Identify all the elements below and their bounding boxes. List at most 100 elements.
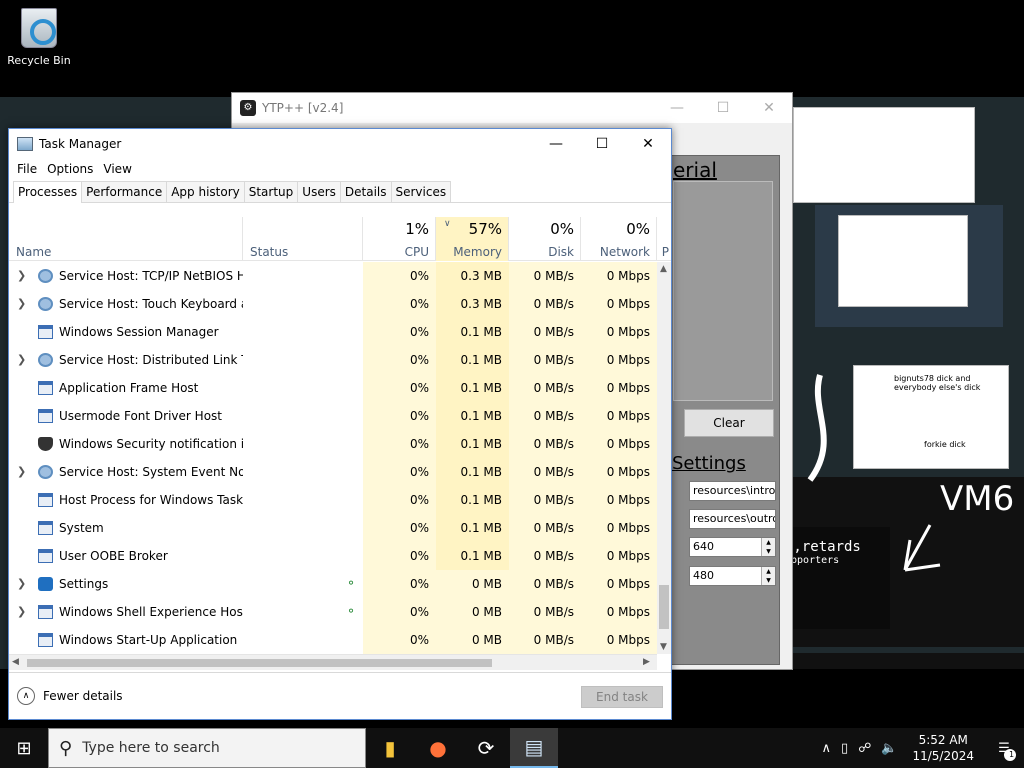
expand-chevron-icon[interactable]: ❯ xyxy=(17,570,26,598)
process-row[interactable]: ❯ Service Host: Touch Keyboard a... 0% 0.3 … xyxy=(9,290,657,318)
process-name: User OOBE Broker xyxy=(59,549,168,563)
process-disk: 0 MB/s xyxy=(509,514,581,542)
tab-app-history[interactable]: App history xyxy=(166,181,245,202)
clock-date: 11/5/2024 xyxy=(912,749,974,763)
column-power[interactable]: P xyxy=(657,217,671,261)
ytp-width-spinner[interactable]: 640 ▲ ▼ xyxy=(689,537,776,557)
spinner-arrows-icon[interactable]: ▲ ▼ xyxy=(761,567,775,585)
memory-total: 57% xyxy=(468,220,502,238)
ytp-close-button[interactable]: ✕ xyxy=(746,100,792,116)
horizontal-scroll-thumb[interactable] xyxy=(27,659,492,667)
horizontal-scrollbar[interactable]: ◀ ▶ xyxy=(9,654,657,670)
column-disk[interactable]: 0% Disk xyxy=(509,217,581,261)
ytp-titlebar[interactable]: ⚙ YTP++ [v2.4] — ☐ ✕ xyxy=(232,93,792,123)
ytp-height-spinner[interactable]: 480 ▲ ▼ xyxy=(689,566,776,586)
process-cpu: 0% xyxy=(363,486,436,514)
process-row[interactable]: Windows Security notification i... 0% 0.1 … xyxy=(9,430,657,458)
expand-chevron-icon[interactable]: ❯ xyxy=(17,598,26,626)
process-name: Windows Security notification i... xyxy=(59,437,243,451)
process-row[interactable]: ❯ Settings ⚬ 0% 0 MB 0 MB/s 0 Mbps xyxy=(9,570,657,598)
expand-chevron-icon[interactable]: ❯ xyxy=(17,262,26,290)
scroll-down-icon[interactable]: ▼ xyxy=(660,642,667,652)
menu-view[interactable]: View xyxy=(101,162,139,176)
process-row[interactable]: Application Frame Host 0% 0.1 MB 0 MB/s 0 Mb… xyxy=(9,374,657,402)
process-row[interactable]: System 0% 0.1 MB 0 MB/s 0 Mbps xyxy=(9,514,657,542)
process-row[interactable]: ❯ Windows Shell Experience Host ⚬ 0% 0 MB 0 M… xyxy=(9,598,657,626)
ytp-maximize-button[interactable]: ☐ xyxy=(700,100,746,116)
volume-icon[interactable]: 🔈 xyxy=(876,741,902,756)
taskbar-search[interactable]: ⚲ Type here to search xyxy=(48,728,366,768)
process-row[interactable]: ❯ Service Host: TCP/IP NetBIOS H... 0% 0.3 … xyxy=(9,262,657,290)
tm-titlebar[interactable]: Task Manager — ☐ ✕ xyxy=(9,129,671,159)
window-icon xyxy=(38,549,53,563)
tm-close-button[interactable]: ✕ xyxy=(625,129,671,159)
ytp-outro-field[interactable]: resources\outro. xyxy=(689,509,776,529)
tray-tablet-icon[interactable]: ▯ xyxy=(836,741,853,756)
ytp-taskbar-button[interactable]: ⟳ xyxy=(462,728,510,768)
fewer-details-button[interactable]: ∧ Fewer details xyxy=(17,687,123,705)
process-row[interactable]: ❯ Service Host: System Event Noti... 0%0.1… xyxy=(9,458,657,486)
expand-chevron-icon[interactable]: ❯ xyxy=(17,290,26,318)
process-network: 0 Mbps xyxy=(581,402,657,430)
process-memory: 0 MB xyxy=(436,570,509,598)
process-memory: 0.1 MB xyxy=(436,346,509,374)
tm-minimize-button[interactable]: — xyxy=(533,129,579,159)
column-cpu[interactable]: 1% CPU xyxy=(363,217,436,261)
notifications-button[interactable]: ☰ 1 xyxy=(984,728,1024,768)
expand-chevron-icon[interactable]: ❯ xyxy=(17,458,26,486)
window-icon xyxy=(38,381,53,395)
process-row[interactable]: ❯ Service Host: Distributed Link Tr... 0% 0… xyxy=(9,346,657,374)
process-row[interactable]: Windows Start-Up Application 0% 0 MB 0 MB/s… xyxy=(9,626,657,654)
firefox-icon: ● xyxy=(429,736,447,760)
tab-services[interactable]: Services xyxy=(390,181,452,202)
column-status[interactable]: Status xyxy=(243,217,363,261)
ytp-minimize-button[interactable]: — xyxy=(654,100,700,116)
firefox-button[interactable]: ● xyxy=(414,728,462,768)
tm-maximize-button[interactable]: ☐ xyxy=(579,129,625,159)
tab-processes[interactable]: Processes xyxy=(13,181,83,203)
expand-chevron-icon[interactable]: ❯ xyxy=(17,346,26,374)
tab-details[interactable]: Details xyxy=(339,181,392,202)
column-network[interactable]: 0% Network xyxy=(581,217,657,261)
tray-chevron-up-icon[interactable]: ∧ xyxy=(816,741,836,756)
column-name[interactable]: Name xyxy=(9,217,243,261)
scroll-right-icon[interactable]: ▶ xyxy=(643,657,650,667)
process-network: 0 Mbps xyxy=(581,318,657,346)
process-cpu: 0% xyxy=(363,262,436,290)
vertical-scroll-thumb[interactable] xyxy=(659,585,669,629)
suspended-leaf-icon: ⚬ xyxy=(346,604,357,618)
menu-options[interactable]: Options xyxy=(45,162,101,176)
window-icon xyxy=(38,633,53,647)
tab-users[interactable]: Users xyxy=(297,181,341,202)
scroll-left-icon[interactable]: ◀ xyxy=(12,657,19,667)
vertical-scrollbar[interactable]: ▲ ▼ xyxy=(657,262,671,654)
process-row[interactable]: User OOBE Broker 0% 0.1 MB 0 MB/s 0 Mbps xyxy=(9,542,657,570)
process-row[interactable]: Host Process for Windows Tasks 0% 0.1 MB 0 … xyxy=(9,486,657,514)
clock[interactable]: 5:52 AM 11/5/2024 xyxy=(902,732,984,764)
start-button[interactable]: ⊞ xyxy=(0,728,48,768)
tab-startup[interactable]: Startup xyxy=(243,181,299,202)
ytp-clear-button[interactable]: Clear xyxy=(684,409,774,437)
ytp-settings-heading: Settings xyxy=(672,453,746,474)
network-icon[interactable]: ☍ xyxy=(853,741,876,756)
process-disk: 0 MB/s xyxy=(509,430,581,458)
task-manager-taskbar-button[interactable]: ▤ xyxy=(510,728,558,768)
tab-performance[interactable]: Performance xyxy=(81,181,168,202)
file-explorer-button[interactable]: ▮ xyxy=(366,728,414,768)
spinner-arrows-icon[interactable]: ▲ ▼ xyxy=(761,538,775,556)
ytp-intro-field[interactable]: resources\intro.r xyxy=(689,481,776,501)
task-manager-icon xyxy=(17,137,33,151)
scroll-up-icon[interactable]: ▲ xyxy=(660,264,667,274)
process-name: Service Host: Touch Keyboard a... xyxy=(59,297,243,311)
column-memory[interactable]: ∨ 57% Memory xyxy=(436,217,509,261)
process-row[interactable]: Windows Session Manager 0% 0.1 MB 0 MB/s 0 M… xyxy=(9,318,657,346)
process-cpu: 0% xyxy=(363,346,436,374)
process-name: Windows Session Manager xyxy=(59,325,219,339)
process-network: 0 Mbps xyxy=(581,374,657,402)
system-tray: ∧ ▯ ☍ 🔈 5:52 AM 11/5/2024 ☰ 1 xyxy=(816,728,1024,768)
end-task-button[interactable]: End task xyxy=(581,686,663,708)
process-row[interactable]: Usermode Font Driver Host 0% 0.1 MB 0 MB/s 0… xyxy=(9,402,657,430)
recycle-bin-shortcut[interactable]: Recycle Bin xyxy=(6,8,72,67)
ytp-material-list[interactable] xyxy=(673,181,773,401)
menu-file[interactable]: File xyxy=(15,162,45,176)
